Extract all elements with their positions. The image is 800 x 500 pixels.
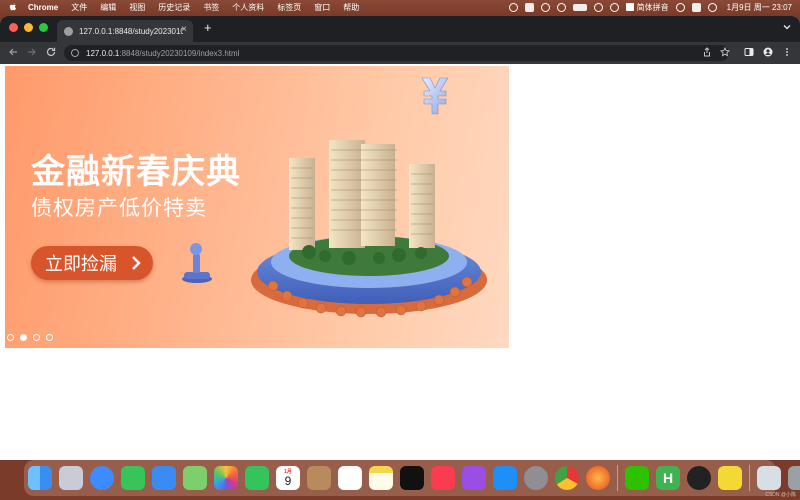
menu-edit[interactable]: 编辑 xyxy=(100,2,116,13)
system-preferences-icon[interactable] xyxy=(524,466,548,490)
tab-title: 127.0.0.1:8848/study20230109 xyxy=(79,26,183,36)
url-host: 127.0.0.1 xyxy=(86,48,120,58)
more-menu-icon[interactable] xyxy=(782,47,792,57)
address-bar[interactable]: 127.0.0.1:8848/study20230109/index3.html xyxy=(64,45,729,61)
messages-icon[interactable] xyxy=(121,466,145,490)
grab-deal-button[interactable]: 立即捡漏 xyxy=(31,246,153,280)
carousel-indicators xyxy=(7,334,59,341)
finder-icon[interactable] xyxy=(28,466,52,490)
play-status-icon[interactable] xyxy=(593,2,603,12)
input-method-label: 简体拼音 xyxy=(636,2,669,12)
reload-icon[interactable] xyxy=(46,47,56,57)
menu-profiles[interactable]: 个人资料 xyxy=(232,2,264,13)
qq-music-icon[interactable] xyxy=(718,466,742,490)
tab-close-icon[interactable]: × xyxy=(181,25,187,35)
zoom-window-button[interactable] xyxy=(39,23,48,32)
browser-window: 127.0.0.1:8848/study20230109 × + 127.0.0… xyxy=(0,16,800,460)
status-area: 简体拼音 1月9日 周一 23:07 xyxy=(502,0,792,14)
mail-icon[interactable] xyxy=(152,466,176,490)
menu-view[interactable]: 视图 xyxy=(129,2,145,13)
carousel-dot[interactable] xyxy=(7,334,14,341)
calendar-day: 9 xyxy=(284,473,292,488)
share-icon[interactable] xyxy=(702,47,712,57)
banner-subline: 债权房产低价特卖 xyxy=(31,197,207,220)
menu-help[interactable]: 帮助 xyxy=(343,2,359,13)
notes-icon[interactable] xyxy=(369,466,393,490)
yen-symbol-icon xyxy=(421,77,449,115)
menu-tabs[interactable]: 标签页 xyxy=(277,2,301,13)
bookmark-star-icon[interactable] xyxy=(720,47,730,57)
firefox-icon[interactable] xyxy=(586,466,610,490)
battery-icon[interactable] xyxy=(572,3,587,11)
chevron-right-icon xyxy=(132,256,141,270)
contacts-icon[interactable] xyxy=(307,466,331,490)
search-icon[interactable] xyxy=(675,2,685,12)
safari-icon[interactable] xyxy=(90,466,114,490)
launchpad-icon[interactable] xyxy=(59,466,83,490)
app-store-icon[interactable] xyxy=(493,466,517,490)
new-tab-button[interactable]: + xyxy=(204,21,212,35)
carousel-dot[interactable] xyxy=(46,334,53,341)
chrome-icon[interactable] xyxy=(555,466,579,490)
dock-separator xyxy=(617,465,618,491)
user-status-icon[interactable] xyxy=(556,2,566,12)
banner-headline: 金融新春庆典 xyxy=(31,153,241,191)
carousel-dot[interactable] xyxy=(20,334,27,341)
facetime-icon[interactable] xyxy=(245,466,269,490)
wifi-icon[interactable] xyxy=(609,2,619,12)
menu-file[interactable]: 文件 xyxy=(71,2,87,13)
notification-bell-icon[interactable] xyxy=(524,2,534,12)
url-path: :8848/study20230109/index3.html xyxy=(119,48,240,58)
browser-tab[interactable]: 127.0.0.1:8848/study20230109 × xyxy=(57,20,193,42)
input-method[interactable]: 简体拼音 xyxy=(625,2,669,13)
site-info-icon[interactable] xyxy=(71,49,79,57)
watermark: CSDN @小陈 xyxy=(765,492,796,498)
menu-window[interactable]: 窗口 xyxy=(314,2,330,13)
preview-icon[interactable] xyxy=(757,466,781,490)
photos-icon[interactable] xyxy=(214,466,238,490)
input-method-icon xyxy=(625,3,634,11)
real-estate-illustration xyxy=(251,140,487,318)
dock: 1月 9 H xyxy=(24,460,800,496)
side-panel-icon[interactable] xyxy=(744,47,754,57)
tab-favicon-icon xyxy=(64,26,73,36)
wechat-status-icon[interactable] xyxy=(508,2,518,12)
close-window-button[interactable] xyxy=(9,23,18,32)
forward-arrow-icon[interactable] xyxy=(27,47,37,57)
qq-icon[interactable] xyxy=(687,466,711,490)
menu-bar: Chrome 文件 编辑 视图 历史记录 书签 个人资料 标签页 窗口 帮助 简… xyxy=(0,0,800,14)
minimize-window-button[interactable] xyxy=(24,23,33,32)
profile-avatar-icon[interactable] xyxy=(763,47,773,57)
control-center-icon[interactable] xyxy=(691,2,701,12)
apple-tv-icon[interactable] xyxy=(400,466,424,490)
podcasts-icon[interactable] xyxy=(462,466,486,490)
menu-history[interactable]: 历史记录 xyxy=(158,2,190,13)
menu-bookmarks[interactable]: 书签 xyxy=(203,2,219,13)
reminders-icon[interactable] xyxy=(338,466,362,490)
music-icon[interactable] xyxy=(431,466,455,490)
tab-search-chevron-icon[interactable] xyxy=(782,22,792,32)
siri-icon[interactable] xyxy=(707,2,717,12)
wechat-icon[interactable] xyxy=(625,466,649,490)
apple-logo-icon[interactable] xyxy=(8,2,18,12)
auction-stamp-icon xyxy=(182,243,212,283)
dock-separator xyxy=(749,465,750,491)
cta-label: 立即捡漏 xyxy=(45,254,117,274)
browser-toolbar: 127.0.0.1:8848/study20230109/index3.html xyxy=(0,42,800,64)
hbuilder-icon[interactable]: H xyxy=(656,466,680,490)
promo-banner[interactable]: 金融新春庆典 债权房产低价特卖 立即捡漏 xyxy=(5,66,509,348)
back-arrow-icon[interactable] xyxy=(8,47,18,57)
carousel-dot[interactable] xyxy=(33,334,40,341)
page-content: 金融新春庆典 债权房产低价特卖 立即捡漏 xyxy=(0,64,800,460)
menu-app-name[interactable]: Chrome xyxy=(28,3,58,12)
trash-icon[interactable] xyxy=(788,466,800,490)
bluetooth-icon[interactable] xyxy=(540,2,550,12)
menubar-clock[interactable]: 1月9日 周一 23:07 xyxy=(727,2,792,13)
maps-icon[interactable] xyxy=(183,466,207,490)
tab-strip: 127.0.0.1:8848/study20230109 × + xyxy=(0,16,800,42)
calendar-icon[interactable]: 1月 9 xyxy=(276,466,300,490)
